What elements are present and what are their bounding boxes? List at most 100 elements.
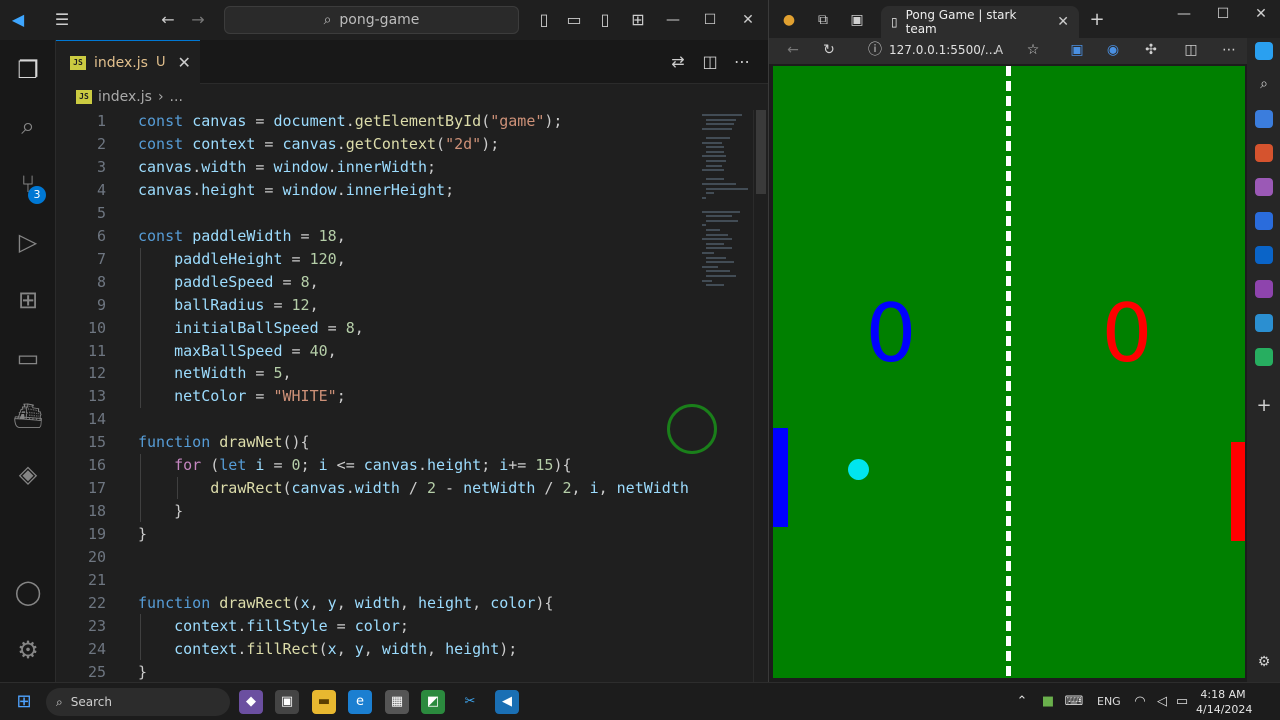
outlook-icon[interactable]: [1255, 246, 1273, 264]
code-editor[interactable]: 1 const canvas = document.getElementById(…: [56, 110, 698, 682]
toggle-secondary-sidebar-icon[interactable]: ▯: [595, 10, 615, 30]
settings-gear-icon[interactable]: ⚙: [12, 634, 44, 666]
code-line[interactable]: function drawRect(x, y, width, height, c…: [138, 594, 553, 612]
accounts-icon[interactable]: ◯: [12, 576, 44, 608]
search-view-icon[interactable]: ⌕: [12, 110, 44, 142]
toggle-panel-icon[interactable]: ▭: [564, 10, 584, 30]
sidebar-search-icon[interactable]: ⌕: [1254, 74, 1274, 94]
task-view-icon[interactable]: ▣: [275, 690, 299, 714]
code-line[interactable]: initialBallSpeed = 8,: [138, 319, 364, 337]
code-line[interactable]: function drawNet(){: [138, 433, 310, 451]
browser-more-icon[interactable]: ⋯: [1219, 40, 1239, 60]
menu-icon[interactable]: ☰: [52, 10, 72, 30]
close-window-icon[interactable]: ✕: [738, 10, 758, 30]
browser-maximize-icon[interactable]: ☐: [1213, 4, 1233, 24]
python-icon[interactable]: ◈: [12, 458, 44, 490]
new-tab-icon[interactable]: +: [1087, 10, 1107, 30]
browser-back-icon[interactable]: ←: [783, 40, 803, 60]
designer-icon[interactable]: [1255, 280, 1273, 298]
tab-close-icon[interactable]: ✕: [177, 53, 190, 72]
games-icon[interactable]: [1255, 178, 1273, 196]
snipping-icon[interactable]: ✂: [458, 690, 482, 714]
edge-icon[interactable]: e: [348, 690, 372, 714]
start-icon[interactable]: ⊞: [12, 690, 36, 714]
minimap[interactable]: [698, 110, 753, 682]
code-line[interactable]: for (let i = 0; i <= canvas.height; i+= …: [138, 456, 571, 474]
browser-close-icon[interactable]: ✕: [1251, 4, 1271, 24]
code-line[interactable]: maxBallSpeed = 40,: [138, 342, 337, 360]
code-line[interactable]: paddleHeight = 120,: [138, 250, 346, 268]
run-debug-icon[interactable]: ▷: [12, 226, 44, 258]
tray-chevron-icon[interactable]: ⌃: [1010, 690, 1034, 714]
code-line[interactable]: netColor = "WHITE";: [138, 387, 346, 405]
code-line[interactable]: context.fillRect(x, y, width, height);: [138, 640, 517, 658]
address-bar[interactable]: 127.0.0.1:5500/...: [889, 40, 996, 60]
browser-tab-pong[interactable]: ▯ Pong Game | stark team ✕: [881, 6, 1079, 38]
app-icon[interactable]: ◩: [421, 690, 445, 714]
clock[interactable]: 4:18 AM 4/14/2024: [1196, 687, 1252, 717]
tree-icon[interactable]: [1255, 348, 1273, 366]
editor-scrollbar[interactable]: [753, 110, 767, 682]
toggle-sidebar-icon[interactable]: ▯: [534, 10, 554, 30]
browser-tab-close-icon[interactable]: ✕: [1057, 14, 1069, 30]
breadcrumb-file[interactable]: index.js: [98, 89, 152, 105]
code-line[interactable]: ballRadius = 12,: [138, 296, 319, 314]
split-screen-icon[interactable]: ◫: [1181, 40, 1201, 60]
input-language[interactable]: ENG: [1097, 695, 1121, 708]
forward-arrow-icon[interactable]: →: [188, 10, 208, 30]
site-info-icon[interactable]: ⓘ: [865, 40, 885, 60]
profile-icon[interactable]: ●: [779, 10, 799, 30]
keyboard-icon[interactable]: ⌨: [1062, 690, 1086, 714]
tab-actions-icon[interactable]: ▣: [847, 10, 867, 30]
command-center-search[interactable]: ⌕ pong-game: [224, 6, 519, 34]
extensions-puzzle-icon[interactable]: ✣: [1141, 40, 1161, 60]
wifi-icon[interactable]: ◠: [1128, 690, 1152, 714]
extensions-icon[interactable]: ⊞: [12, 284, 44, 316]
vscode-taskbar-icon[interactable]: ◀: [495, 690, 519, 714]
file-explorer-icon[interactable]: ▬: [312, 690, 336, 714]
code-line[interactable]: }: [138, 663, 147, 681]
code-line[interactable]: const canvas = document.getElementById("…: [138, 112, 562, 130]
back-arrow-icon[interactable]: ←: [158, 10, 178, 30]
sidebar-settings-icon[interactable]: ⚙: [1254, 652, 1274, 672]
maximize-icon[interactable]: ☐: [700, 10, 720, 30]
code-line[interactable]: drawRect(canvas.width / 2 - netWidth / 2…: [138, 479, 689, 497]
microsoft365-icon[interactable]: [1255, 212, 1273, 230]
code-line[interactable]: }: [138, 525, 147, 543]
widgets-icon[interactable]: ◆: [239, 690, 263, 714]
browser-minimize-icon[interactable]: —: [1174, 4, 1194, 24]
drop-icon[interactable]: [1255, 314, 1273, 332]
pong-canvas[interactable]: 0 0: [773, 66, 1245, 678]
code-line[interactable]: const paddleWidth = 18,: [138, 227, 346, 245]
more-actions-icon[interactable]: ⋯: [732, 52, 752, 72]
battery-icon[interactable]: ▭: [1170, 690, 1194, 714]
taskbar-search[interactable]: ⌕ Search: [46, 688, 230, 716]
translate-icon[interactable]: ▣: [1067, 40, 1087, 60]
code-line[interactable]: canvas.height = window.innerHeight;: [138, 181, 454, 199]
code-line[interactable]: canvas.width = window.innerWidth;: [138, 158, 436, 176]
store-icon[interactable]: ▦: [385, 690, 409, 714]
docker-icon[interactable]: ⛴: [12, 400, 44, 432]
tools-icon[interactable]: [1255, 144, 1273, 162]
extension-icon[interactable]: ◉: [1103, 40, 1123, 60]
explorer-icon[interactable]: ❐: [12, 54, 44, 86]
breadcrumb-symbol[interactable]: ...: [170, 89, 183, 105]
remote-explorer-icon[interactable]: ▭: [12, 342, 44, 374]
add-sidebar-app-icon[interactable]: +: [1254, 396, 1274, 416]
code-line[interactable]: }: [138, 502, 183, 520]
code-line[interactable]: paddleSpeed = 8,: [138, 273, 319, 291]
code-line[interactable]: const context = canvas.getContext("2d");: [138, 135, 499, 153]
split-editor-icon[interactable]: ◫: [700, 52, 720, 72]
workspaces-icon[interactable]: ⧉: [813, 10, 833, 30]
code-line[interactable]: netWidth = 5,: [138, 364, 291, 382]
copilot-icon[interactable]: [1255, 42, 1273, 60]
refresh-icon[interactable]: ↻: [819, 40, 839, 60]
code-line[interactable]: context.fillStyle = color;: [138, 617, 409, 635]
scrollbar-thumb[interactable]: [756, 110, 766, 194]
customize-layout-icon[interactable]: ⊞: [628, 10, 648, 30]
minimize-icon[interactable]: —: [663, 10, 683, 30]
open-changes-icon[interactable]: ⇄: [668, 52, 688, 72]
tray-app-icon[interactable]: ■: [1036, 690, 1060, 714]
shopping-icon[interactable]: [1255, 110, 1273, 128]
favorite-star-icon[interactable]: ☆: [1023, 40, 1043, 60]
